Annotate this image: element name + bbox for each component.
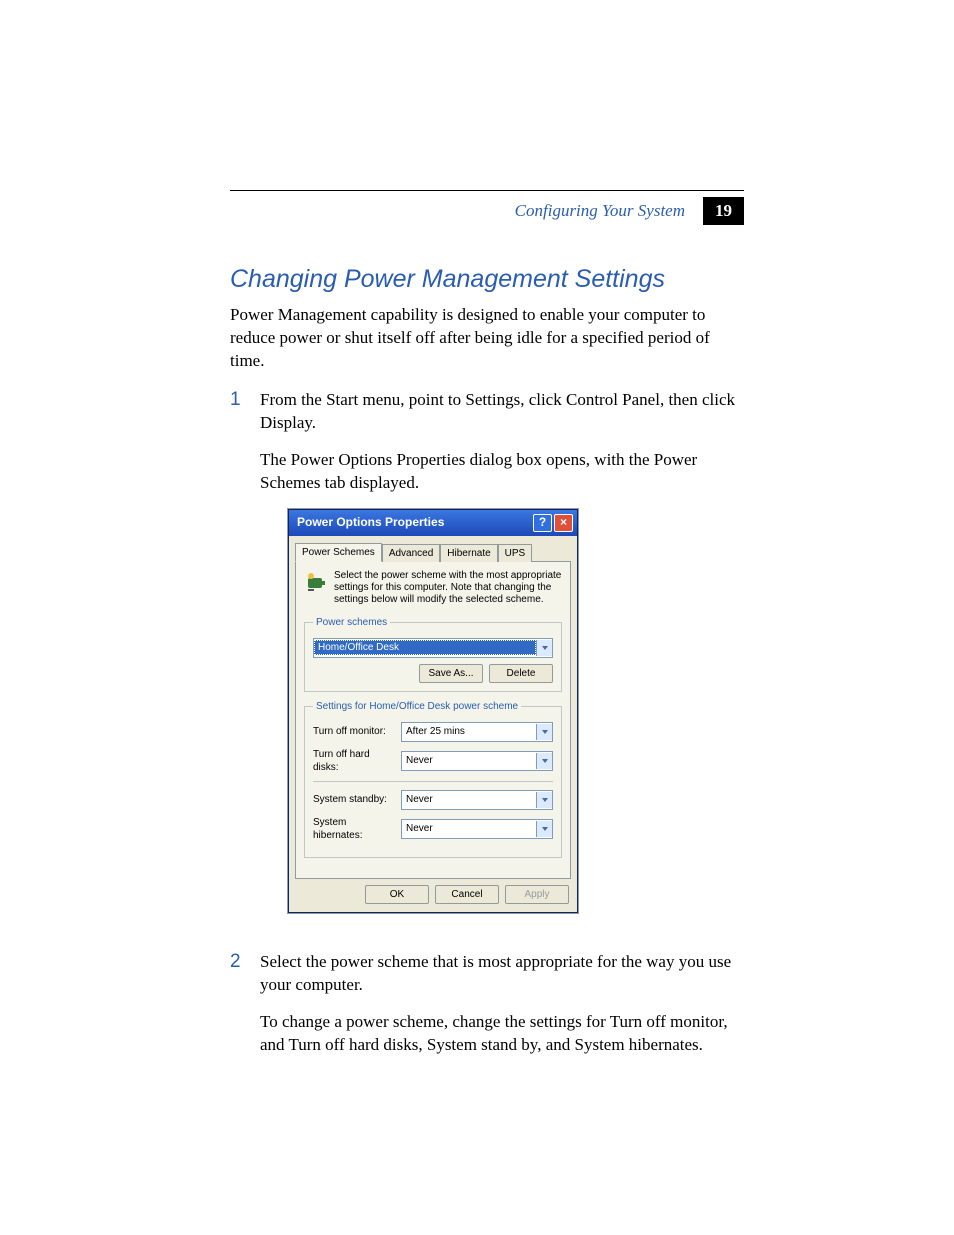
step-1-text-1: From the Start menu, point to Settings, … [260,389,744,435]
setting-turn-off-monitor: Turn off monitor: After 25 mins [313,722,553,742]
divider [313,781,553,782]
apply-button[interactable]: Apply [505,885,569,905]
help-icon: ? [539,514,546,530]
power-options-dialog: Power Options Properties ? × Power Schem… [288,509,578,914]
dialog-title: Power Options Properties [297,514,444,530]
tab-strip: Power Schemes Advanced Hibernate UPS [295,542,571,562]
step-number: 2 [230,951,246,1071]
tab-panel: Select the power scheme with the most ap… [295,561,571,879]
ok-button[interactable]: OK [365,885,429,905]
turn-off-hard-disks-label: Turn off hard disks: [313,748,395,775]
power-scheme-select[interactable]: Home/Office Desk [313,638,553,658]
settings-legend: Settings for Home/Office Desk power sche… [313,700,521,714]
delete-button[interactable]: Delete [489,664,553,684]
header-rule [230,190,744,191]
setting-turn-off-hard-disks: Turn off hard disks: Never [313,748,553,775]
chevron-down-icon [536,753,552,769]
power-scheme-value: Home/Office Desk [314,640,536,656]
help-button[interactable]: ? [533,514,552,532]
chevron-down-icon [536,640,552,656]
tab-hibernate[interactable]: Hibernate [440,544,497,563]
step-2-text-1: Select the power scheme that is most app… [260,951,744,997]
battery-icon [304,570,328,594]
intro-paragraph: Power Management capability is designed … [230,304,744,373]
tab-ups[interactable]: UPS [498,544,533,563]
settings-fieldset: Settings for Home/Office Desk power sche… [304,700,562,858]
page-number: 19 [703,197,744,225]
page-header: Configuring Your System 19 [230,197,744,225]
system-standby-label: System standby: [313,793,395,807]
step-number: 1 [230,389,246,937]
dialog-titlebar[interactable]: Power Options Properties ? × [289,510,577,536]
chevron-down-icon [536,724,552,740]
power-schemes-fieldset: Power schemes Home/Office Desk Save As..… [304,616,562,692]
close-icon: × [560,514,567,530]
chevron-down-icon [536,792,552,808]
close-button[interactable]: × [554,514,573,532]
step-2-text-2: To change a power scheme, change the set… [260,1011,744,1057]
system-hibernates-label: System hibernates: [313,816,395,843]
system-standby-select[interactable]: Never [401,790,553,810]
setting-system-hibernates: System hibernates: Never [313,816,553,843]
tab-advanced[interactable]: Advanced [382,544,440,563]
document-page: Configuring Your System 19 Changing Powe… [0,0,954,1235]
cancel-button[interactable]: Cancel [435,885,499,905]
page-title: Changing Power Management Settings [230,265,744,294]
power-schemes-legend: Power schemes [313,616,390,630]
system-hibernates-select[interactable]: Never [401,819,553,839]
step-1-text-2: The Power Options Properties dialog box … [260,449,744,495]
setting-system-standby: System standby: Never [313,790,553,810]
step-2: 2 Select the power scheme that is most a… [230,951,744,1071]
section-title: Configuring Your System [515,201,685,221]
hint-text: Select the power scheme with the most ap… [334,570,562,606]
turn-off-monitor-label: Turn off monitor: [313,725,395,739]
turn-off-monitor-select[interactable]: After 25 mins [401,722,553,742]
step-1: 1 From the Start menu, point to Settings… [230,389,744,937]
save-as-button[interactable]: Save As... [419,664,483,684]
tab-power-schemes[interactable]: Power Schemes [295,543,382,563]
turn-off-hard-disks-select[interactable]: Never [401,751,553,771]
chevron-down-icon [536,821,552,837]
